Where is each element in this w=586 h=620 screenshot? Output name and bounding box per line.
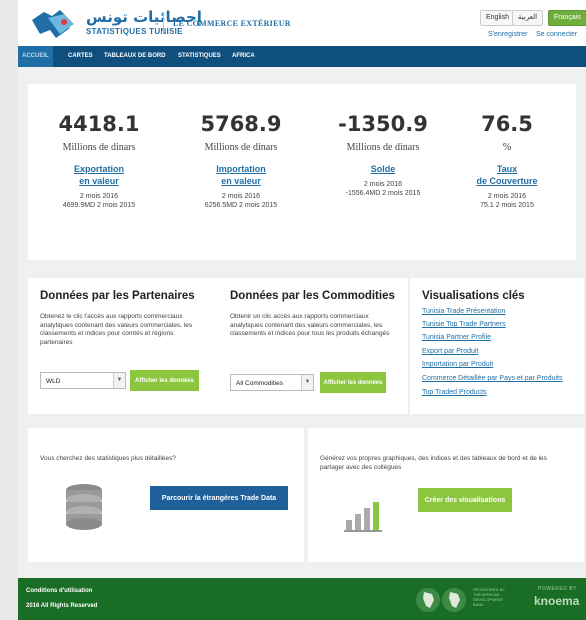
viz-link-partner-profile[interactable]: Tunisia Partner Profile bbox=[422, 334, 491, 341]
stat-taux-couverture: 76.5 % Taux de Couverture 2 mois 2016 75.… bbox=[442, 112, 572, 209]
key-visualisations-card: Visualisations clés Tunisia Trade Présen… bbox=[410, 278, 584, 414]
stat-value: 5768.9 bbox=[200, 112, 282, 136]
create-visualisations-button[interactable]: Créer des visualisations bbox=[418, 488, 512, 512]
stat-period: 2 mois 2016 bbox=[221, 193, 261, 200]
stat-unit: Millions de dinars bbox=[346, 142, 420, 153]
stat-previous: 4699.9MD 2 mois 2015 bbox=[62, 202, 136, 209]
tunisia-map-logo-icon[interactable] bbox=[30, 8, 82, 40]
nav-africa[interactable]: AFRICA bbox=[228, 46, 259, 67]
commodity-select-value: All Commodities bbox=[236, 380, 283, 387]
lang-arabic-button[interactable]: العربية bbox=[512, 10, 544, 26]
partner-select-value: WLD bbox=[46, 378, 61, 385]
stat-value: 76.5 bbox=[481, 112, 533, 136]
nav-statistiques[interactable]: STATISTIQUES bbox=[174, 46, 225, 67]
stat-unit: Millions de dinars bbox=[204, 142, 278, 153]
logo-english-text: STATISTIQUES TUNISIE bbox=[86, 27, 183, 36]
stat-importation: 5768.9 Millions de dinars Importation en … bbox=[176, 112, 306, 209]
browse-trade-data-button[interactable]: Parcourir la étrangères Trade Data bbox=[150, 486, 288, 510]
lang-french-button[interactable]: Français bbox=[548, 10, 586, 26]
viz-link-top-traded-products[interactable]: Top Traded Products bbox=[422, 389, 487, 396]
viz-link-export-par-produit[interactable]: Export par Produit bbox=[422, 348, 478, 355]
stat-period: 2 mois 2016 bbox=[79, 193, 119, 200]
visualisations-title: Visualisations clés bbox=[422, 290, 525, 302]
header-divider bbox=[163, 12, 164, 34]
partners-show-data-button[interactable]: Afficher les données bbox=[130, 370, 199, 391]
nav-cartes[interactable]: CARTES bbox=[64, 46, 97, 67]
key-indicators-panel: 4418.1 Millions de dinars Exportation en … bbox=[28, 84, 576, 260]
create-viz-promo: Générez vos propres graphiques, des indi… bbox=[308, 428, 584, 562]
bar-chart-icon bbox=[344, 502, 382, 532]
lang-english-button[interactable]: English bbox=[480, 10, 515, 26]
partners-title: Données par les Partenaires bbox=[40, 290, 195, 302]
sponsor-text: SPONSORED BY THE AFRICAN DEVELOPMENT BAN… bbox=[473, 587, 506, 607]
stat-exportation: 4418.1 Millions de dinars Exportation en … bbox=[34, 112, 164, 209]
stat-previous: 75.1 2 mois 2015 bbox=[480, 202, 534, 209]
stat-unit: Millions de dinars bbox=[62, 142, 136, 153]
stat-solde: -1350.9 Millions de dinars Solde 2 mois … bbox=[318, 112, 448, 197]
exportation-link[interactable]: Exportation en valeur bbox=[34, 163, 164, 187]
terms-link[interactable]: Conditions d'utilisation bbox=[26, 588, 92, 594]
commodities-card: Données par les Commodities Obtenir un c… bbox=[218, 278, 408, 414]
taux-couverture-link[interactable]: Taux de Couverture bbox=[442, 163, 572, 187]
footer: Conditions d'utilisation 2016 All Rights… bbox=[18, 578, 586, 620]
detailed-data-promo: Vous cherchez des statistiques plus déta… bbox=[28, 428, 304, 562]
stat-period: 2 mois 2016 bbox=[363, 181, 403, 188]
chevron-down-icon[interactable]: ▼ bbox=[113, 373, 125, 388]
header: إحصائيات تونس STATISTIQUES TUNISIE LE CO… bbox=[18, 0, 586, 46]
stat-unit: % bbox=[502, 142, 512, 153]
importation-link[interactable]: Importation en valeur bbox=[176, 163, 306, 187]
detailed-data-promo-text: Vous cherchez des statistiques plus déta… bbox=[40, 455, 176, 462]
login-link[interactable]: Se connecter bbox=[536, 31, 577, 38]
page: إحصائيات تونس STATISTIQUES TUNISIE LE CO… bbox=[18, 0, 586, 620]
partners-card: Données par les Partenaires Obtenez le c… bbox=[28, 278, 224, 414]
site-title: LE COMMERCE EXTÉRIEUR bbox=[173, 19, 291, 28]
stat-previous: -1556.4MD 2 mois 2015 bbox=[345, 190, 421, 197]
commodities-description: Obtenir un clic accès aux rapports comme… bbox=[230, 313, 390, 337]
nav-tableaux-de-bord[interactable]: TABLEAUX DE BORD bbox=[100, 46, 170, 67]
nav-accueil[interactable]: ACCUEIL bbox=[18, 46, 53, 67]
partner-select[interactable]: WLD ▼ bbox=[40, 372, 126, 389]
viz-link-trade-presentation[interactable]: Tunisia Trade Présentation bbox=[422, 308, 505, 315]
knoema-logo[interactable]: knoema bbox=[534, 594, 579, 608]
database-icon bbox=[66, 484, 102, 530]
solde-link[interactable]: Solde bbox=[318, 163, 448, 175]
stat-period: 2 mois 2016 bbox=[487, 193, 527, 200]
register-link[interactable]: S'enregistrer bbox=[488, 31, 527, 38]
partners-description: Obtenez le clic l'accès aux rapports com… bbox=[40, 313, 193, 346]
copyright-text: 2016 All Rights Reserved bbox=[26, 603, 98, 609]
powered-by-text: POWERED BY bbox=[538, 586, 577, 592]
stat-value: 4418.1 bbox=[58, 112, 140, 136]
commodity-select[interactable]: All Commodities ▼ bbox=[230, 374, 314, 391]
chevron-down-icon[interactable]: ▼ bbox=[301, 375, 313, 390]
commodities-show-data-button[interactable]: Afficher les données bbox=[320, 372, 386, 393]
create-viz-promo-text: Générez vos propres graphiques, des indi… bbox=[320, 455, 547, 471]
viz-link-commerce-detaille[interactable]: Commerce Détaillée par Pays et par Produ… bbox=[422, 375, 562, 382]
stat-value: -1350.9 bbox=[338, 112, 428, 136]
main-nav: ACCUEIL CARTES TABLEAUX DE BORD STATISTI… bbox=[18, 46, 586, 67]
viz-link-top-trade-partners[interactable]: Tunisie Top Trade Partners bbox=[422, 321, 506, 328]
commodities-title: Données par les Commodities bbox=[230, 290, 395, 302]
stat-previous: 6256.5MD 2 mois 2015 bbox=[204, 202, 278, 209]
viz-link-importation-par-produit[interactable]: Importation par Produit bbox=[422, 361, 493, 368]
